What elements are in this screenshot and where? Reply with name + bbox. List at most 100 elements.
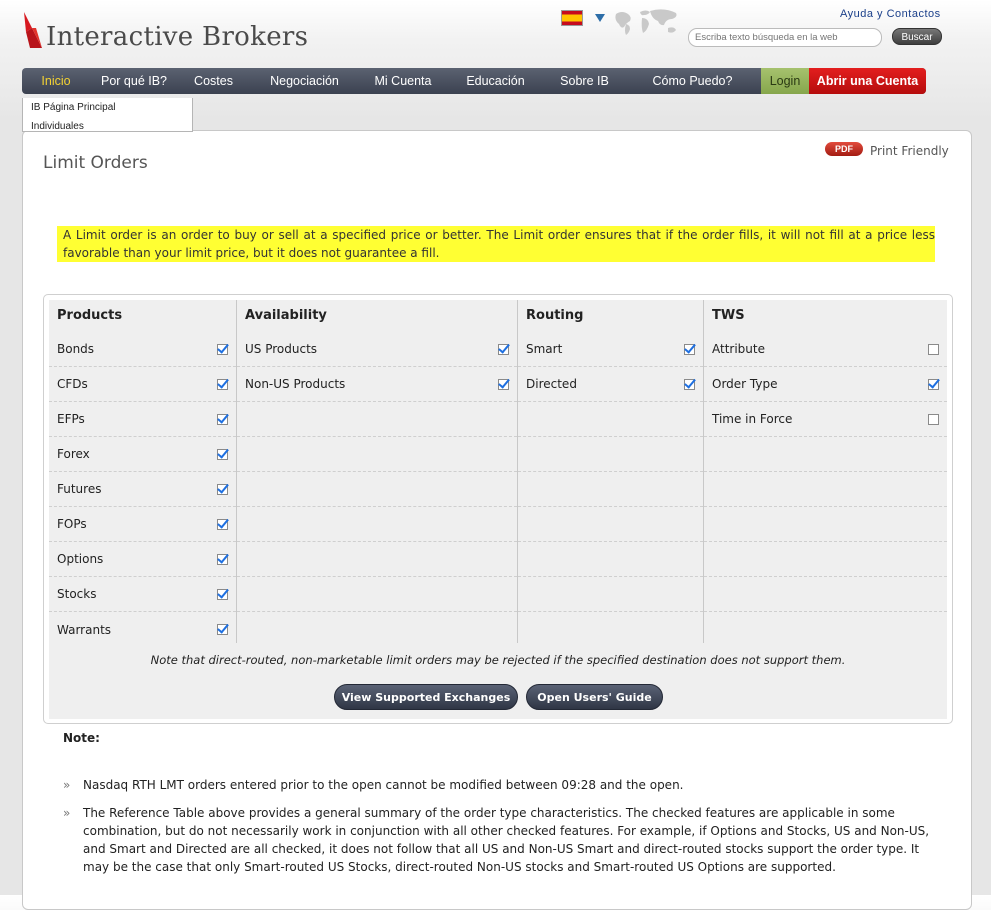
table-row: Time in Force: [704, 402, 947, 437]
open-users-guide-button[interactable]: Open Users' Guide: [526, 684, 663, 710]
world-map-icon[interactable]: [610, 6, 682, 36]
row-label: Forex: [57, 447, 90, 461]
table-row: [237, 437, 517, 472]
list-item: » The Reference Table above provides a g…: [63, 804, 943, 876]
table-row: [518, 472, 703, 507]
spain-flag-icon[interactable]: [561, 10, 583, 26]
row-label: Non-US Products: [245, 377, 346, 391]
notes-list: » Nasdaq RTH LMT orders entered prior to…: [63, 776, 943, 886]
table-row: Order Type: [704, 367, 947, 402]
table-row: Non-US Products: [237, 367, 517, 402]
row-label: Options: [57, 552, 104, 566]
routing-footnote: Note that direct-routed, non-marketable …: [150, 653, 846, 667]
table-row: Attribute: [704, 332, 947, 367]
checked-checkbox-icon: [217, 588, 228, 600]
note-text: The Reference Table above provides a gen…: [83, 806, 930, 874]
open-account-button[interactable]: Abrir una Cuenta: [809, 68, 926, 94]
ib-logo-icon: [24, 12, 42, 48]
table-column: Routing Smart Directed: [517, 300, 703, 643]
table-row: US Products: [237, 332, 517, 367]
nav-item-sobre-ib[interactable]: Sobre IB: [545, 68, 624, 94]
table-row: [704, 437, 947, 472]
login-button[interactable]: Login: [761, 68, 809, 94]
table-row: Options: [49, 542, 236, 577]
row-label: Directed: [526, 377, 577, 391]
view-supported-exchanges-button[interactable]: View Supported Exchanges: [334, 684, 518, 710]
table-row: Directed: [518, 367, 703, 402]
table-row: [704, 542, 947, 577]
row-label: Order Type: [712, 377, 778, 391]
table-row: Warrants: [49, 612, 236, 647]
content-panel: Limit Orders PDF Print Friendly A Limit …: [22, 130, 972, 910]
table-row: [518, 402, 703, 437]
row-label: Attribute: [712, 342, 765, 356]
main-nav: Inicio Por qué IB? Costes Negociación Mi…: [22, 68, 926, 94]
checked-checkbox-icon: [217, 448, 228, 460]
nav-item-por-que-ib[interactable]: Por qué IB?: [90, 68, 178, 94]
note-label: Note:: [63, 731, 100, 745]
checked-checkbox-icon: [217, 343, 228, 355]
search-input[interactable]: [688, 28, 882, 47]
column-header: Availability: [245, 308, 327, 323]
nav-item-como-puedo[interactable]: Cómo Puedo?: [624, 68, 761, 94]
table-row: Futures: [49, 472, 236, 507]
row-label: Warrants: [57, 622, 112, 637]
subnav-item-individuals[interactable]: Individuales: [23, 117, 192, 131]
checked-checkbox-icon: [217, 378, 228, 390]
print-friendly-link[interactable]: Print Friendly: [870, 144, 949, 158]
table-row: [237, 472, 517, 507]
table-row: [237, 402, 517, 437]
table-row: Bonds: [49, 332, 236, 367]
table-row: Smart: [518, 332, 703, 367]
table-row: [518, 542, 703, 577]
table-column: Products Bonds CFDs EFPs Forex Futures FOPs Opt…: [49, 300, 236, 643]
order-description: A Limit order is an order to buy or sell…: [57, 226, 935, 262]
checked-checkbox-icon: [498, 378, 509, 390]
nav-item-inicio[interactable]: Inicio: [22, 68, 90, 94]
unchecked-checkbox-icon: [928, 413, 939, 425]
chevron-down-icon[interactable]: [595, 14, 605, 22]
column-header: TWS: [712, 308, 745, 323]
table-row: [237, 612, 517, 647]
help-contacts-link[interactable]: Ayuda y Contactos: [840, 8, 941, 20]
reference-table-inner: Products Bonds CFDs EFPs Forex Futures FOPs Opt…: [49, 300, 947, 719]
table-row: Stocks: [49, 577, 236, 612]
nav-item-costes[interactable]: Costes: [178, 68, 249, 94]
column-header: Products: [57, 308, 123, 323]
table-column: Availability US Products Non-US Products: [236, 300, 517, 643]
row-label: Bonds: [57, 342, 95, 356]
table-row: CFDs: [49, 367, 236, 402]
row-label: Smart: [526, 342, 563, 356]
checked-checkbox-icon: [684, 378, 695, 390]
double-chevron-icon: »: [63, 806, 71, 820]
table-row: Forex: [49, 437, 236, 472]
table-column: TWS Attribute Order Type Time in Force: [703, 300, 947, 643]
table-row: [704, 472, 947, 507]
table-row: [237, 542, 517, 577]
checked-checkbox-icon: [217, 518, 228, 530]
checked-checkbox-icon: [217, 553, 228, 565]
nav-item-negociacion[interactable]: Negociación: [249, 68, 360, 94]
page-title: Limit Orders: [43, 153, 148, 173]
checked-checkbox-icon: [928, 378, 939, 390]
nav-item-mi-cuenta[interactable]: Mi Cuenta: [360, 68, 446, 94]
logo-text: Interactive Brokers: [46, 22, 309, 52]
row-label: Stocks: [57, 587, 97, 601]
reference-table: Products Bonds CFDs EFPs Forex Futures FOPs Opt…: [43, 294, 953, 724]
table-row: [518, 437, 703, 472]
checked-checkbox-icon: [217, 483, 228, 495]
table-row: [237, 577, 517, 612]
row-label: CFDs: [57, 377, 88, 391]
search-button[interactable]: Buscar: [892, 28, 942, 45]
pdf-icon[interactable]: PDF: [825, 142, 863, 156]
subnav-item-home[interactable]: IB Página Principal: [23, 98, 192, 117]
checked-checkbox-icon: [217, 624, 228, 635]
double-chevron-icon: »: [63, 778, 71, 792]
checked-checkbox-icon: [498, 343, 509, 355]
table-row: EFPs: [49, 402, 236, 437]
column-header: Routing: [526, 308, 584, 323]
row-label: US Products: [245, 342, 318, 356]
table-row: [704, 577, 947, 612]
nav-item-educacion[interactable]: Educación: [446, 68, 545, 94]
table-row: [704, 507, 947, 542]
